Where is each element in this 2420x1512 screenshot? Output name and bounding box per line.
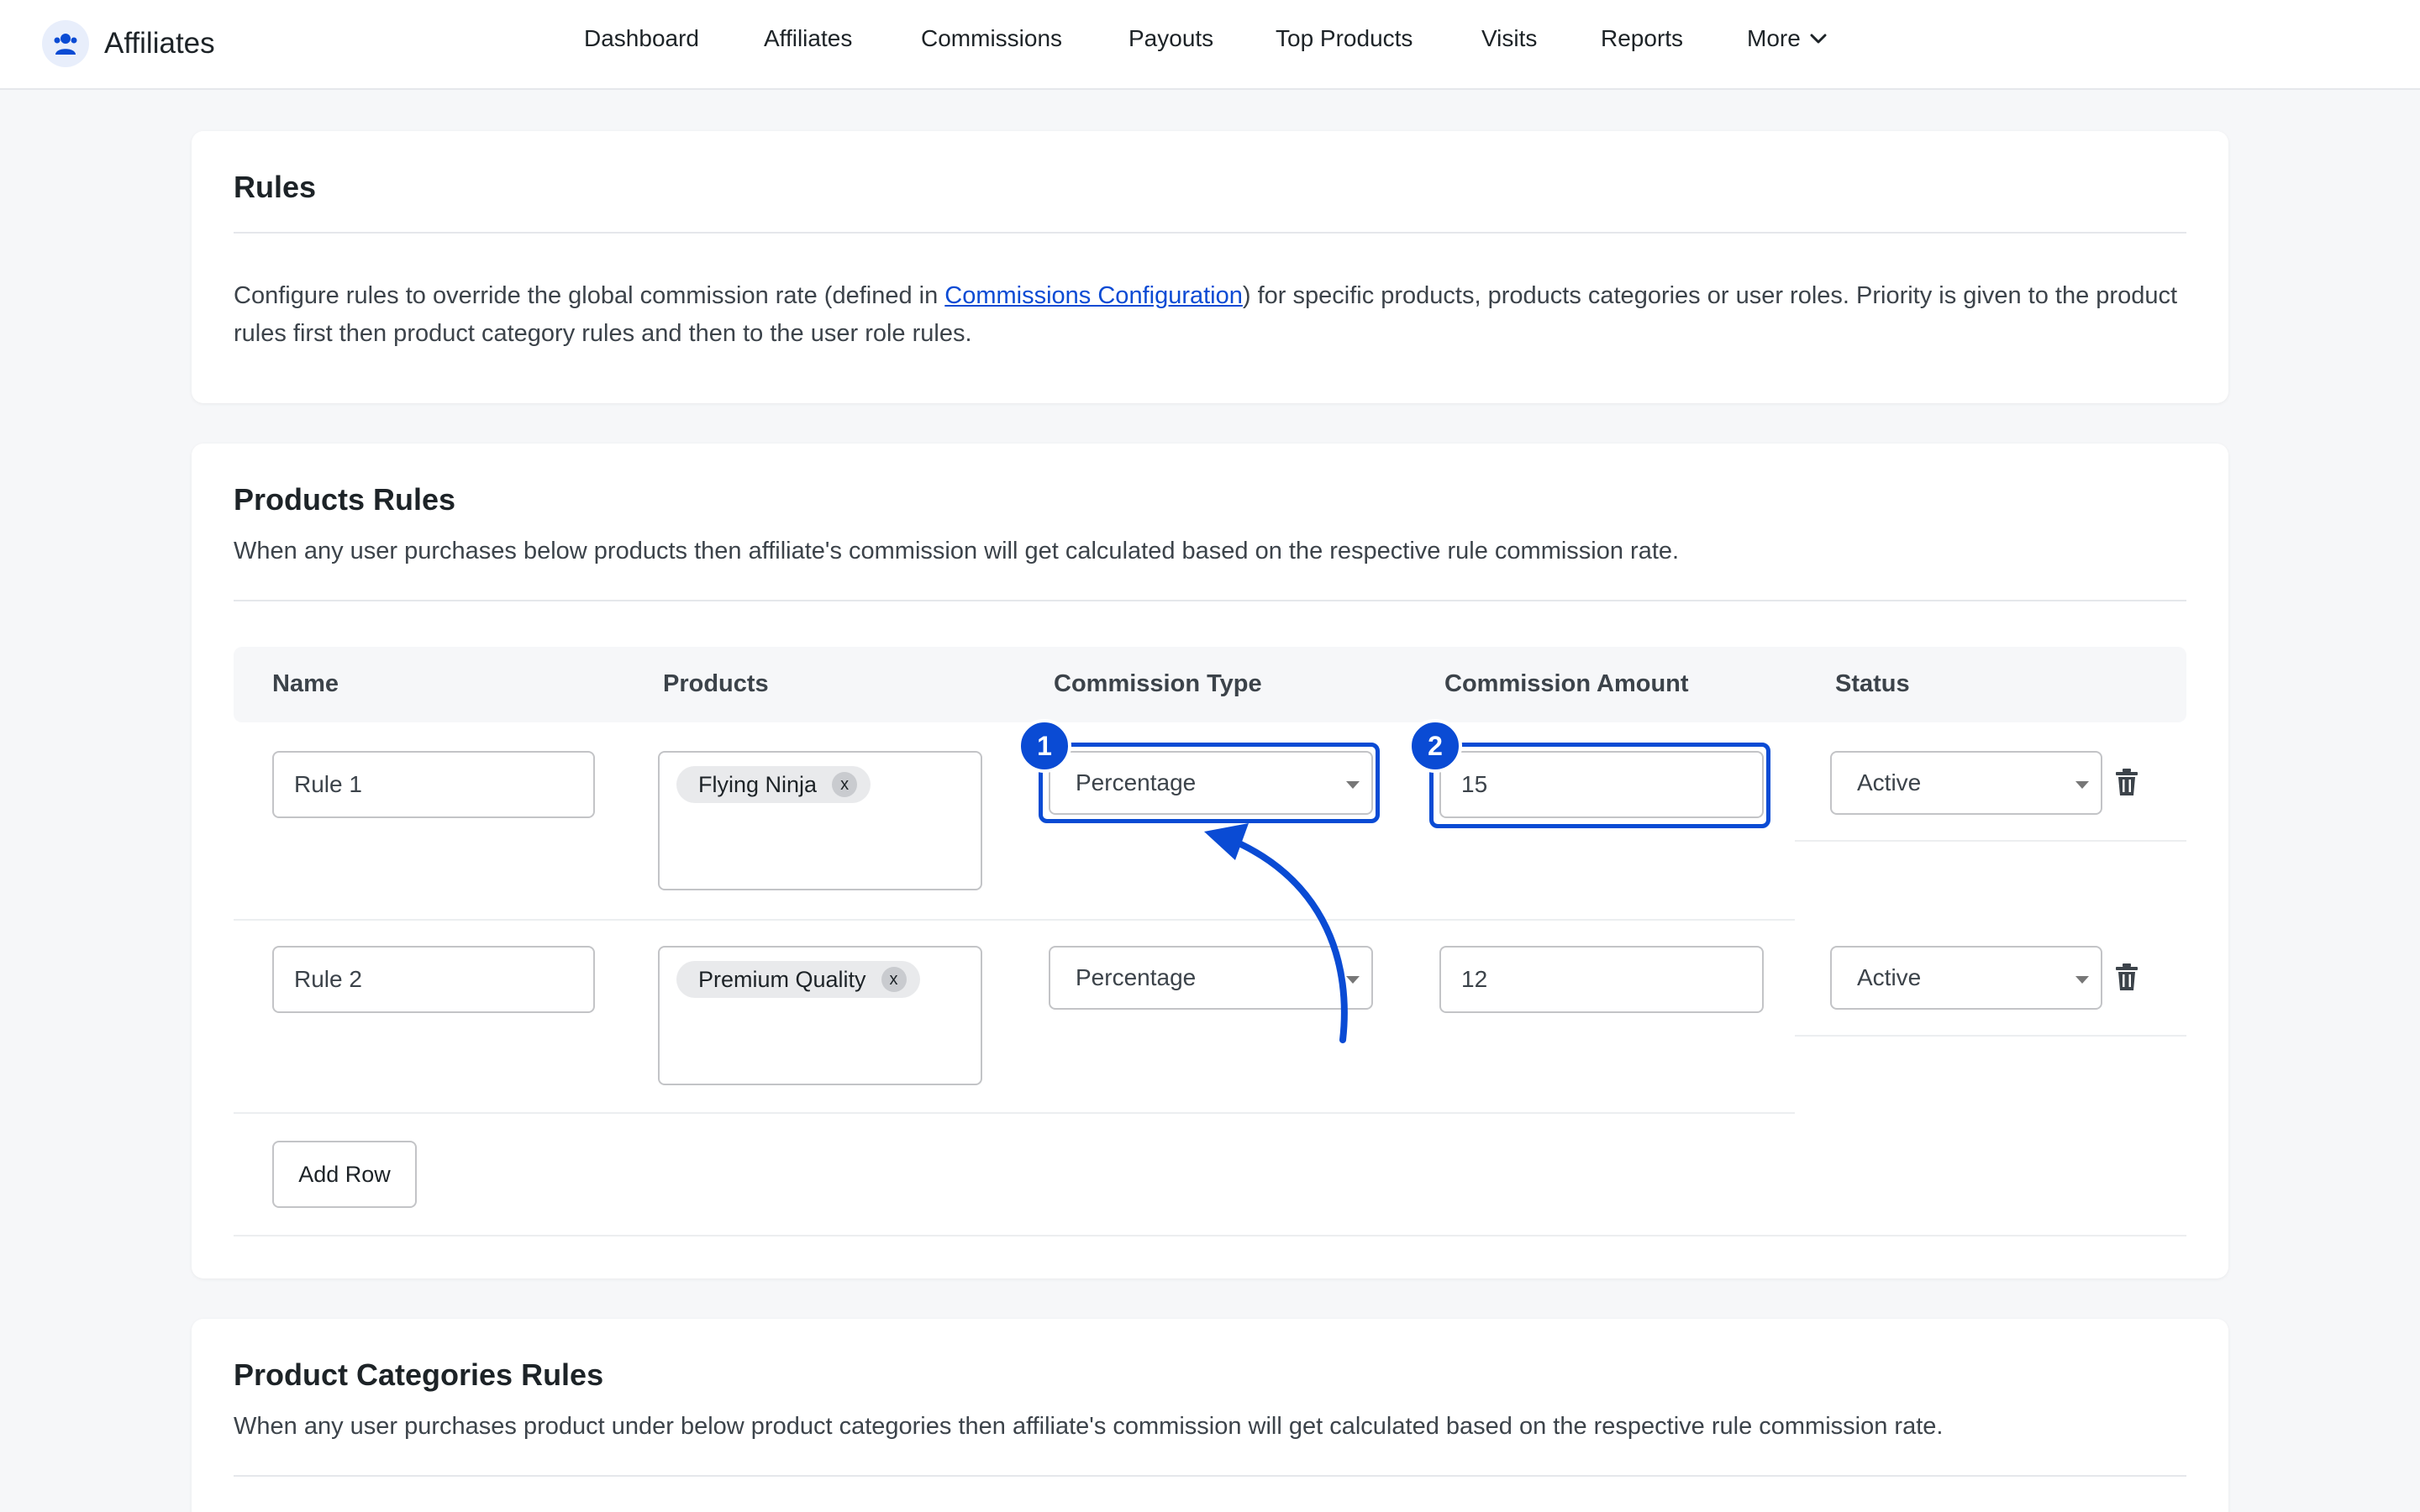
nav-more[interactable]: More <box>1747 25 1828 52</box>
nav-reports[interactable]: Reports <box>1601 25 1683 52</box>
commissions-configuration-link[interactable]: Commissions Configuration <box>944 282 1243 309</box>
remove-tag-icon[interactable]: x <box>832 772 858 797</box>
column-header-status: Status <box>1835 670 1910 697</box>
row-divider <box>234 1112 1795 1114</box>
top-navigation-bar: Affiliates Dashboard Affiliates Commissi… <box>0 0 2420 90</box>
product-categories-divider <box>234 1475 2186 1477</box>
caret-down-icon <box>1346 976 1360 984</box>
product-tag-label: Premium Quality <box>698 966 866 992</box>
row-divider <box>1795 840 2186 842</box>
highlight-commission-amount <box>1429 743 1770 828</box>
rule-1-products-select[interactable]: Flying Ninja x <box>658 751 982 890</box>
chevron-down-icon <box>1810 34 1827 44</box>
column-header-products: Products <box>663 670 769 697</box>
delete-rule-2-trash-icon[interactable] <box>2115 963 2139 991</box>
rule-2-status-select[interactable]: Active <box>1830 946 2102 1010</box>
product-categories-rules-card: Product Categories Rules When any user p… <box>192 1319 2228 1512</box>
caret-down-icon <box>2075 781 2089 789</box>
products-rules-card: Products Rules When any user purchases b… <box>192 444 2228 1278</box>
products-rules-description: When any user purchases below products t… <box>234 538 1680 564</box>
rules-description: Configure rules to override the global c… <box>234 277 2191 353</box>
row-divider <box>1795 1035 2186 1037</box>
caret-down-icon <box>2075 976 2089 984</box>
nav-more-label: More <box>1747 25 1801 51</box>
rule-1-status-value: Active <box>1857 769 1922 795</box>
rules-divider <box>234 232 2186 234</box>
nav-top-products[interactable]: Top Products <box>1276 25 1413 52</box>
product-tag-label: Flying Ninja <box>698 771 818 797</box>
product-categories-rules-description: When any user purchases product under be… <box>234 1413 1944 1440</box>
products-rules-title: Products Rules <box>234 482 456 517</box>
nav-visits[interactable]: Visits <box>1481 25 1537 52</box>
rule-2-status-value: Active <box>1857 964 1922 990</box>
row-divider <box>234 919 1795 921</box>
add-row-button[interactable]: Add Row <box>272 1141 417 1208</box>
rule-1-status-select[interactable]: Active <box>1830 751 2102 815</box>
product-tag: Flying Ninja x <box>676 766 871 803</box>
highlight-commission-type <box>1039 743 1380 823</box>
nav-dashboard[interactable]: Dashboard <box>584 25 699 52</box>
rules-title: Rules <box>234 170 317 204</box>
rule-2-commission-type-value: Percentage <box>1076 964 1197 990</box>
rules-description-start: Configure rules to override the global c… <box>234 282 945 309</box>
delete-rule-1-trash-icon[interactable] <box>2115 768 2139 796</box>
rule-1-name-input[interactable]: Rule 1 <box>272 751 595 818</box>
rule-2-name-input[interactable]: Rule 2 <box>272 946 595 1013</box>
product-tag: Premium Quality x <box>676 961 920 998</box>
brand-name: Affiliates <box>104 27 215 60</box>
rule-2-commission-amount-input[interactable]: 12 <box>1439 946 1764 1013</box>
nav-affiliates[interactable]: Affiliates <box>764 25 852 52</box>
step-badge-1: 1 <box>1018 719 1071 773</box>
remove-tag-icon[interactable]: x <box>881 967 907 992</box>
column-header-name: Name <box>272 670 339 697</box>
nav-commissions[interactable]: Commissions <box>921 25 1062 52</box>
affiliates-logo-icon <box>42 20 89 67</box>
product-categories-rules-title: Product Categories Rules <box>234 1357 604 1392</box>
products-rules-divider <box>234 600 2186 601</box>
rules-card: Rules Configure rules to override the gl… <box>192 131 2228 403</box>
rule-2-products-select[interactable]: Premium Quality x <box>658 946 982 1085</box>
rules-table-header: Name Products Commission Type Commission… <box>234 647 2186 722</box>
brand[interactable]: Affiliates <box>42 18 215 69</box>
column-header-commission-amount: Commission Amount <box>1444 670 1689 697</box>
step-badge-2: 2 <box>1408 719 1462 773</box>
nav-payouts[interactable]: Payouts <box>1128 25 1213 52</box>
column-header-commission-type: Commission Type <box>1054 670 1262 697</box>
rule-2-commission-type-select[interactable]: Percentage <box>1049 946 1373 1010</box>
table-bottom-divider <box>234 1235 2186 1236</box>
